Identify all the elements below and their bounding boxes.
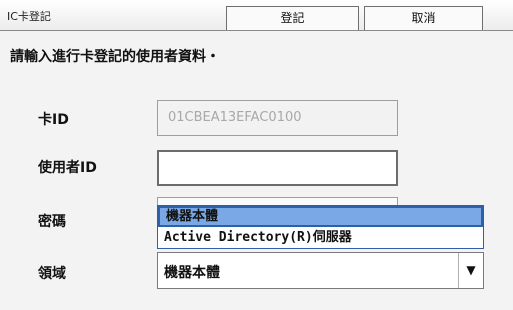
window-title: IC卡登記 bbox=[7, 10, 51, 23]
cancel-button[interactable]: 取消 bbox=[364, 6, 483, 30]
user-id-field[interactable] bbox=[157, 150, 398, 186]
domain-select[interactable]: 機器本體 ▼ bbox=[157, 252, 484, 289]
domain-selected-value: 機器本體 bbox=[164, 265, 220, 281]
domain-option-machine[interactable]: 機器本體 bbox=[158, 206, 483, 227]
domain-option-active-directory[interactable]: Active Directory(R)伺服器 bbox=[158, 227, 483, 248]
card-id-field: 01CBEA13EFAC0100 bbox=[157, 100, 398, 136]
card-id-label: 卡ID bbox=[38, 112, 69, 128]
chevron-down-icon[interactable]: ▼ bbox=[458, 253, 483, 288]
instruction-text: 請輸入進行卡登記的使用者資料・ bbox=[10, 49, 220, 65]
register-button[interactable]: 登記 bbox=[226, 6, 359, 30]
domain-label: 領域 bbox=[38, 266, 66, 282]
user-id-label: 使用者ID bbox=[38, 160, 97, 176]
domain-options-list: 機器本體 Active Directory(R)伺服器 bbox=[157, 205, 484, 249]
password-label: 密碼 bbox=[38, 214, 66, 230]
title-bar: IC卡登記 登記 取消 bbox=[0, 0, 513, 31]
